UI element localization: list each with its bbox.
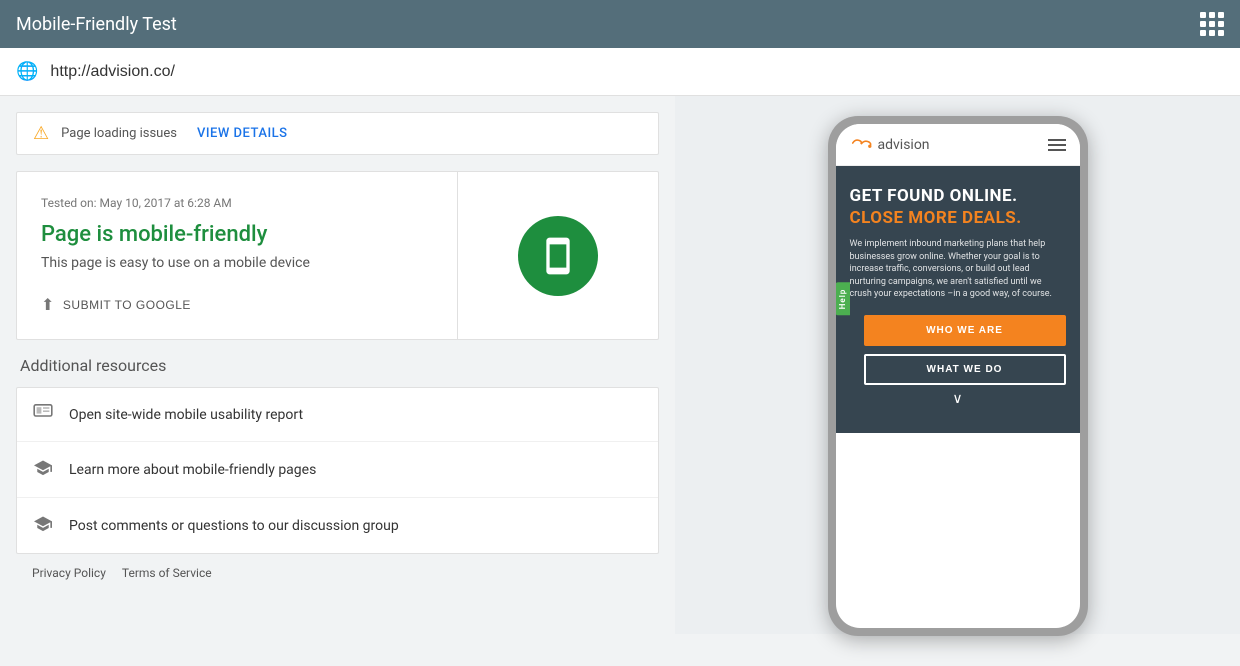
warning-bar: ⚠ Page loading issues VIEW DETAILS <box>16 112 659 155</box>
hamburger-menu[interactable] <box>1048 139 1066 151</box>
submit-to-google-button[interactable]: ⬆ SUBMIT TO GOOGLE <box>41 295 191 315</box>
main-layout: ⚠ Page loading issues VIEW DETAILS Teste… <box>0 96 1240 634</box>
resource-text-learn: Learn more about mobile-friendly pages <box>69 462 316 478</box>
resource-text-usability: Open site-wide mobile usability report <box>69 407 303 423</box>
submit-label: SUBMIT TO GOOGLE <box>63 298 191 312</box>
upload-icon: ⬆ <box>41 295 55 315</box>
warning-icon: ⚠ <box>33 123 49 144</box>
help-tab[interactable]: Help <box>836 283 850 316</box>
logo-icon <box>850 134 872 155</box>
view-details-link[interactable]: VIEW DETAILS <box>197 126 288 141</box>
phone-icon-circle <box>518 216 598 296</box>
additional-resources-title: Additional resources <box>16 356 659 375</box>
result-right <box>458 172 658 339</box>
url-input[interactable] <box>50 63 1224 81</box>
globe-icon: 🌐 <box>16 61 38 82</box>
site-header: advision <box>836 124 1080 166</box>
site-logo: advision <box>850 134 930 155</box>
chevron-down-icon: ∨ <box>850 385 1066 413</box>
additional-resources-section: Additional resources Open site-wide mobi… <box>16 356 659 554</box>
footer: Privacy Policy Terms of Service <box>16 554 659 592</box>
apps-icon[interactable] <box>1200 12 1224 36</box>
discuss-icon <box>33 514 53 537</box>
resource-item-discuss[interactable]: Post comments or questions to our discus… <box>17 498 658 553</box>
what-we-do-button[interactable]: WHAT WE DO <box>864 354 1066 385</box>
privacy-policy-link[interactable]: Privacy Policy <box>32 566 106 580</box>
hero-title-white: GET FOUND ONLINE. <box>850 186 1066 206</box>
learn-icon <box>33 458 53 481</box>
url-bar: 🌐 <box>0 48 1240 96</box>
site-hero: Help GET FOUND ONLINE. CLOSE MORE DEALS.… <box>836 166 1080 433</box>
phone-device: advision Help GET FOUND ONLINE. CLOSE MO… <box>828 116 1088 636</box>
mobile-friendly-title: Page is mobile-friendly <box>41 222 433 247</box>
hero-buttons: WHO WE ARE WHAT WE DO <box>850 315 1066 385</box>
logo-text: advision <box>878 137 930 153</box>
hero-desc: We implement inbound marketing plans tha… <box>850 238 1066 301</box>
resources-card: Open site-wide mobile usability report L… <box>16 387 659 554</box>
resource-item-usability[interactable]: Open site-wide mobile usability report <box>17 388 658 442</box>
terms-of-service-link[interactable]: Terms of Service <box>122 566 212 580</box>
result-card: Tested on: May 10, 2017 at 6:28 AM Page … <box>16 171 659 340</box>
who-we-are-button[interactable]: WHO WE ARE <box>864 315 1066 346</box>
hero-title-orange: CLOSE MORE DEALS. <box>850 208 1066 228</box>
mobile-friendly-desc: This page is easy to use on a mobile dev… <box>41 255 433 271</box>
tested-on: Tested on: May 10, 2017 at 6:28 AM <box>41 196 433 210</box>
resource-text-discuss: Post comments or questions to our discus… <box>69 518 399 534</box>
result-left: Tested on: May 10, 2017 at 6:28 AM Page … <box>17 172 458 339</box>
phone-screen: advision Help GET FOUND ONLINE. CLOSE MO… <box>836 124 1080 628</box>
usability-icon <box>33 404 53 425</box>
resource-item-learn[interactable]: Learn more about mobile-friendly pages <box>17 442 658 498</box>
phone-icon <box>538 236 578 276</box>
app-header: Mobile-Friendly Test <box>0 0 1240 48</box>
warning-text: Page loading issues <box>61 126 177 141</box>
app-title: Mobile-Friendly Test <box>16 14 177 35</box>
right-panel: advision Help GET FOUND ONLINE. CLOSE MO… <box>675 96 1240 634</box>
left-panel: ⚠ Page loading issues VIEW DETAILS Teste… <box>0 96 675 634</box>
